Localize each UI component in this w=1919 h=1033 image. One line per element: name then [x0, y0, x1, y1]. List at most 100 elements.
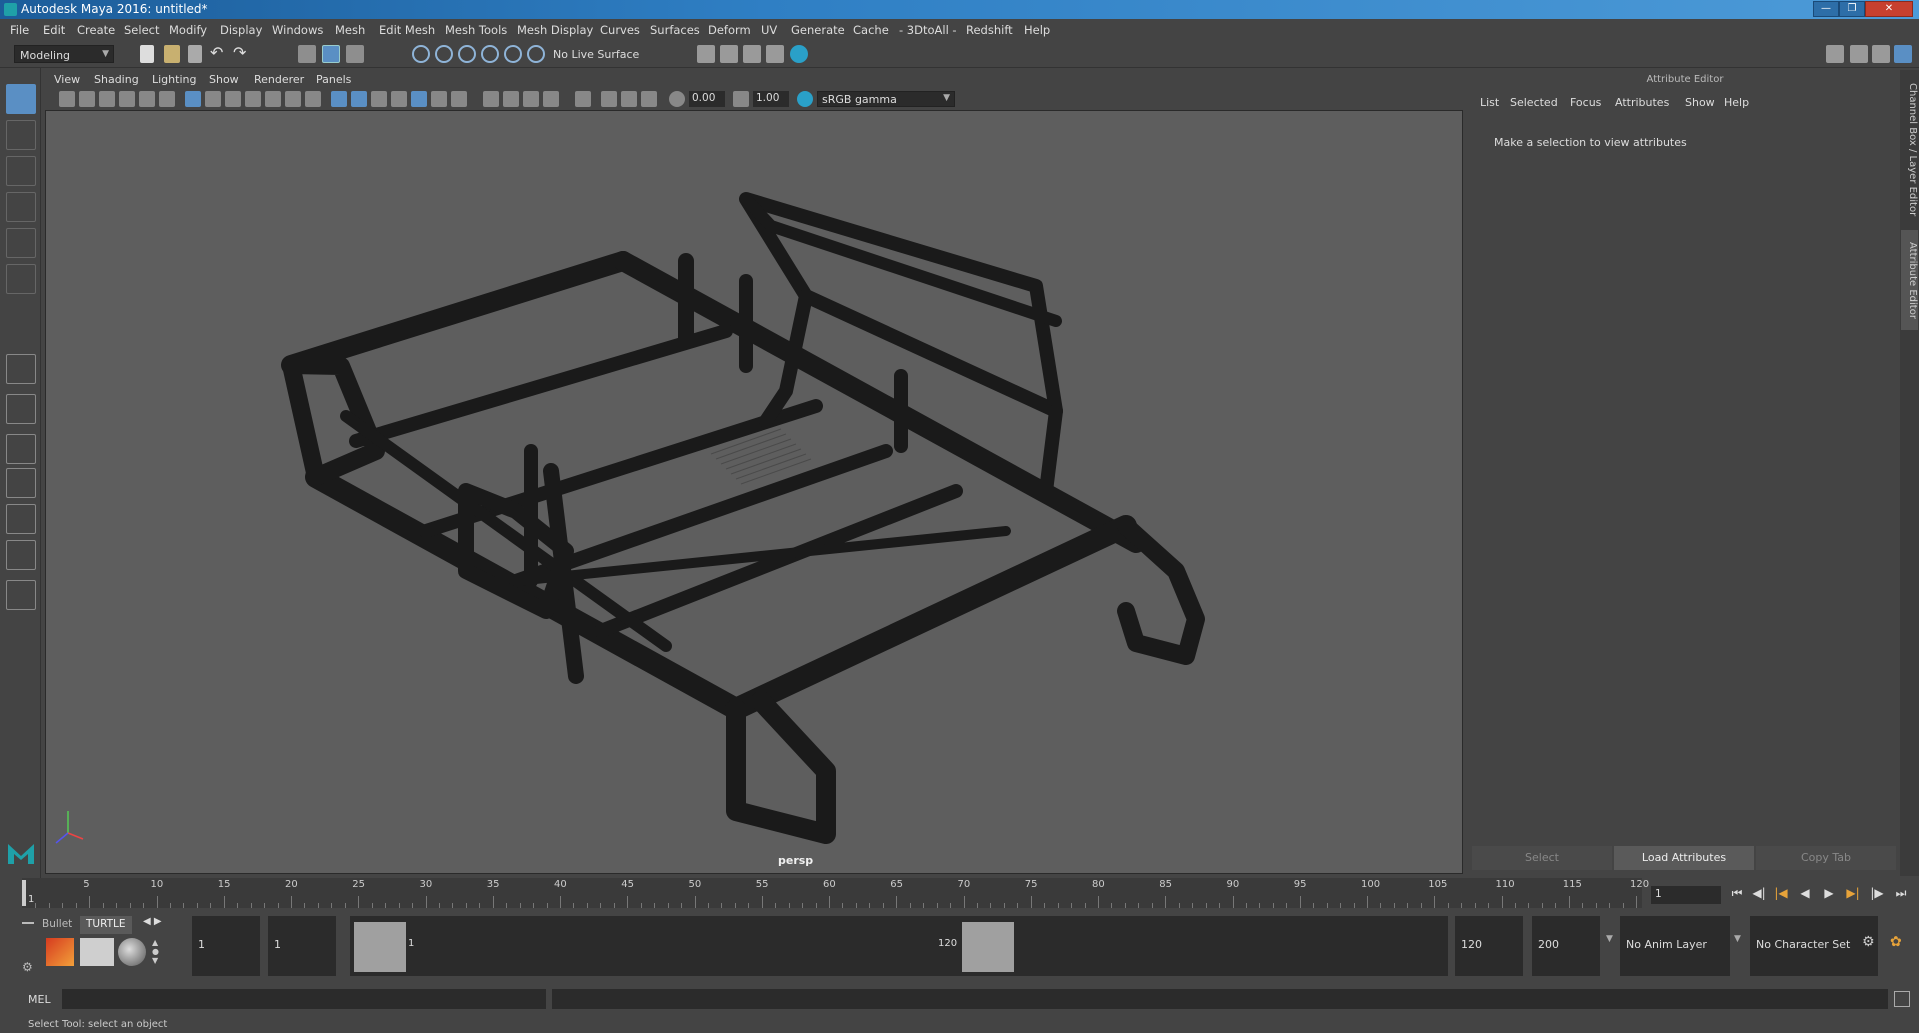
- character-set-dropdown[interactable]: No Character Set: [1750, 916, 1878, 976]
- redo-icon[interactable]: ↷: [233, 45, 251, 63]
- channel-box-tab[interactable]: Channel Box / Layer Editor: [1901, 80, 1918, 220]
- open-scene-icon[interactable]: [164, 45, 180, 63]
- custom-layout-icon[interactable]: [6, 580, 36, 610]
- menu-uv[interactable]: UV: [761, 23, 777, 37]
- render-frame-icon[interactable]: [720, 45, 738, 63]
- range-bar[interactable]: 1 120: [350, 916, 1448, 976]
- ae-menu-selected[interactable]: Selected: [1510, 96, 1558, 109]
- animation-end-field[interactable]: 200: [1532, 916, 1600, 976]
- menu-modify[interactable]: Modify: [169, 23, 207, 37]
- anim-layer-dropdown[interactable]: No Anim Layer: [1620, 916, 1730, 976]
- menu-file[interactable]: File: [10, 23, 29, 37]
- attribute-editor-tab[interactable]: Attribute Editor: [1901, 230, 1918, 330]
- gamma-field[interactable]: 1.00: [753, 91, 789, 107]
- wireframe-icon[interactable]: [331, 91, 347, 107]
- xray-joints-icon[interactable]: [641, 91, 657, 107]
- menu-help[interactable]: Help: [1024, 23, 1050, 37]
- move-tool-icon[interactable]: [6, 192, 36, 222]
- load-attributes-button[interactable]: Load Attributes: [1614, 846, 1754, 870]
- script-editor-icon[interactable]: [1894, 991, 1910, 1007]
- screen-space-ao-icon[interactable]: [483, 91, 499, 107]
- menu-3dtoall[interactable]: - 3DtoAll -: [899, 23, 957, 37]
- menu-deform[interactable]: Deform: [708, 23, 751, 37]
- grid-icon[interactable]: [185, 91, 201, 107]
- live-surface-label[interactable]: No Live Surface: [553, 48, 639, 61]
- shelf-settings-icon[interactable]: ⚙: [22, 960, 33, 974]
- step-back-frame-icon[interactable]: ◀|: [1750, 886, 1768, 902]
- snap-view-plane-icon[interactable]: [481, 45, 499, 63]
- current-time-marker[interactable]: [22, 880, 26, 906]
- ae-menu-focus[interactable]: Focus: [1570, 96, 1601, 109]
- default-material-icon[interactable]: [371, 91, 387, 107]
- shelf-scroll-icon[interactable]: ▲ ● ▼: [152, 938, 159, 965]
- current-frame-field[interactable]: 1: [1651, 886, 1721, 904]
- menu-redshift[interactable]: Redshift: [966, 23, 1013, 37]
- select-by-component-icon[interactable]: [346, 45, 364, 63]
- attribute-editor-toggle-icon[interactable]: [1850, 45, 1868, 63]
- panel-menu-panels[interactable]: Panels: [316, 73, 351, 86]
- range-start-handle[interactable]: [354, 922, 406, 972]
- range-end-handle[interactable]: [962, 922, 1014, 972]
- animation-prefs-icon[interactable]: ⚙: [1862, 934, 1875, 950]
- panel-menu-renderer[interactable]: Renderer: [254, 73, 304, 86]
- snap-live-icon[interactable]: [504, 45, 522, 63]
- use-all-lights-icon[interactable]: [431, 91, 447, 107]
- color-management-icon[interactable]: [797, 91, 813, 107]
- undo-icon[interactable]: ↶: [210, 45, 228, 63]
- time-slider[interactable]: 1 5 10 15 20 25 30 35 40 45 50 55 60 65 70 75 80 85 90 95 1…: [0, 878, 1919, 908]
- depth-of-field-icon[interactable]: [543, 91, 559, 107]
- select-tool-icon[interactable]: [6, 84, 36, 114]
- gamma-icon[interactable]: [733, 91, 749, 107]
- menu-edit-mesh[interactable]: Edit Mesh: [379, 23, 435, 37]
- motion-blur-icon[interactable]: [503, 91, 519, 107]
- tool-settings-icon[interactable]: [1872, 45, 1890, 63]
- scale-tool-icon[interactable]: [6, 264, 36, 294]
- exposure-icon[interactable]: [669, 91, 685, 107]
- turtle-shader-icon[interactable]: [118, 938, 146, 966]
- hypershade-layout-icon[interactable]: [6, 540, 36, 570]
- shelf-collapse-icon[interactable]: [22, 922, 34, 924]
- wireframe-on-shaded-icon[interactable]: [391, 91, 407, 107]
- animation-start-field[interactable]: 1: [192, 916, 260, 976]
- menu-generate[interactable]: Generate: [791, 23, 845, 37]
- perspective-outliner-layout-icon[interactable]: [6, 434, 36, 464]
- perspective-viewport[interactable]: persp: [45, 110, 1463, 874]
- resolution-gate-icon[interactable]: [225, 91, 241, 107]
- playback-start-field[interactable]: 1: [268, 916, 336, 976]
- menu-curves[interactable]: Curves: [600, 23, 640, 37]
- minimize-button[interactable]: —: [1813, 1, 1839, 17]
- playback-end-field[interactable]: 120: [1455, 916, 1523, 976]
- outliner-layout-icon[interactable]: [6, 504, 36, 534]
- smooth-shade-icon[interactable]: [351, 91, 367, 107]
- shadows-icon[interactable]: [451, 91, 467, 107]
- copy-tab-button[interactable]: Copy Tab: [1756, 846, 1896, 870]
- snap-grid-icon[interactable]: [412, 45, 430, 63]
- auto-key-icon[interactable]: ✿: [1890, 934, 1902, 950]
- hypershade-icon[interactable]: [790, 45, 808, 63]
- lasso-tool-icon[interactable]: [6, 120, 36, 150]
- command-input[interactable]: [62, 989, 546, 1009]
- chevron-down-icon[interactable]: ▼: [1734, 934, 1741, 944]
- menu-mesh-display[interactable]: Mesh Display: [517, 23, 593, 37]
- menu-edit[interactable]: Edit: [43, 23, 65, 37]
- select-by-hierarchy-icon[interactable]: [298, 45, 316, 63]
- go-to-start-icon[interactable]: ⏮: [1728, 886, 1746, 902]
- image-plane-icon[interactable]: [119, 91, 135, 107]
- panel-menu-view[interactable]: View: [54, 73, 80, 86]
- ae-menu-list[interactable]: List: [1480, 96, 1499, 109]
- menu-surfaces[interactable]: Surfaces: [650, 23, 700, 37]
- film-gate-icon[interactable]: [205, 91, 221, 107]
- camera-attributes-icon[interactable]: [79, 91, 95, 107]
- snap-point-icon[interactable]: [458, 45, 476, 63]
- magnet-icon[interactable]: [527, 45, 545, 63]
- step-forward-key-icon[interactable]: ▶|: [1844, 886, 1862, 902]
- mode-dropdown[interactable]: Modeling ▼: [14, 45, 114, 63]
- ae-menu-help[interactable]: Help: [1724, 96, 1749, 109]
- snap-curve-icon[interactable]: [435, 45, 453, 63]
- menu-create[interactable]: Create: [77, 23, 115, 37]
- ae-menu-attributes[interactable]: Attributes: [1615, 96, 1669, 109]
- modeling-toolkit-icon[interactable]: [1826, 45, 1844, 63]
- exposure-field[interactable]: 0.00: [689, 91, 725, 107]
- menu-display[interactable]: Display: [220, 23, 262, 37]
- ipr-render-icon[interactable]: [743, 45, 761, 63]
